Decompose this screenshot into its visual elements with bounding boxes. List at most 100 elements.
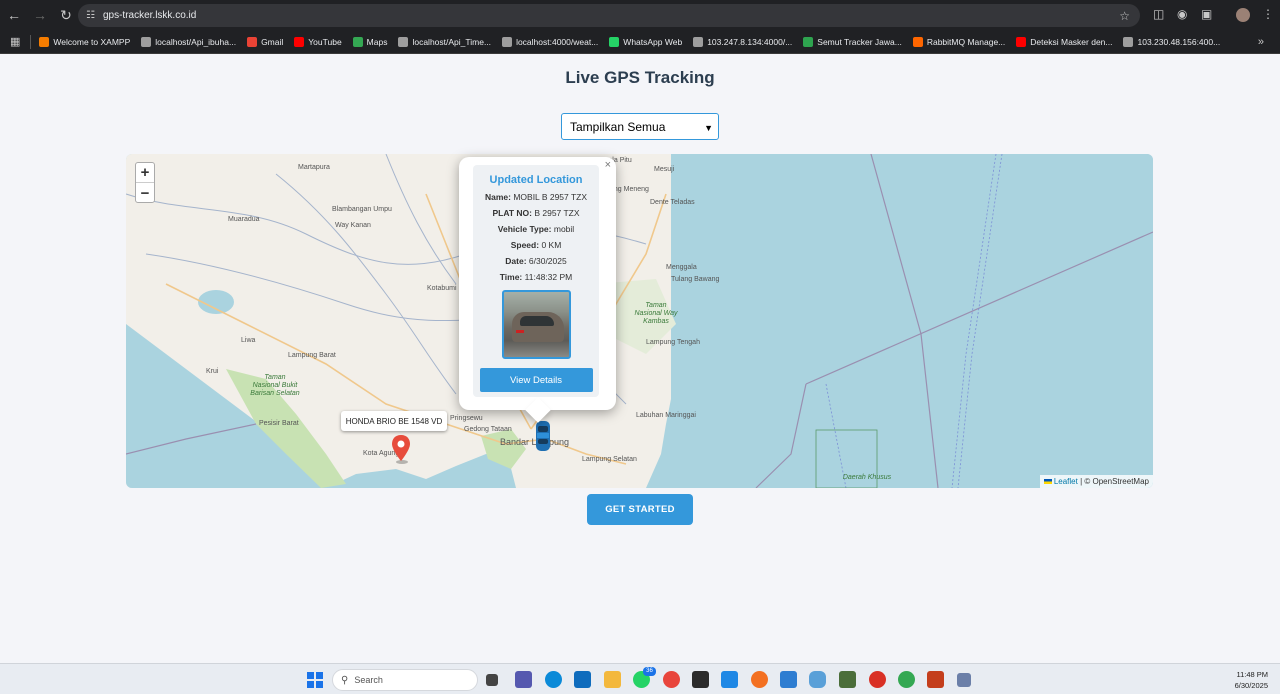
extensions-puzzle-icon[interactable]: ▣ [1201, 7, 1212, 21]
bookmark-item[interactable]: RabbitMQ Manage... [912, 36, 1006, 47]
extension-icon[interactable]: ◫ [1153, 7, 1164, 21]
close-icon[interactable]: × [605, 159, 611, 171]
map-place-label: Tulang Bawang [671, 276, 720, 283]
bookmark-item[interactable]: Deteksi Masker den... [1016, 36, 1112, 47]
teams-icon[interactable] [515, 671, 532, 688]
outlook-icon[interactable] [574, 671, 591, 688]
clock-date: 6/30/2025 [1234, 681, 1268, 690]
view-details-button[interactable]: View Details [479, 368, 593, 392]
bookmark-item[interactable]: Semut Tracker Jawa... [803, 36, 902, 47]
popup-field-value: 0 KM [541, 240, 562, 250]
map-place-label: Martapura [298, 164, 330, 171]
photos-icon[interactable] [839, 671, 856, 688]
map-place-label: Blambangan Umpu [332, 206, 392, 213]
notepad-icon[interactable] [780, 671, 797, 688]
bookmark-item[interactable]: YouTube [294, 36, 342, 47]
page-content: Live GPS Tracking Tampilkan Semua ▼ Mart… [0, 54, 1280, 663]
task-view-icon[interactable] [486, 674, 498, 686]
leaflet-link[interactable]: Leaflet [1054, 477, 1078, 486]
more-bookmarks-icon[interactable]: » [1258, 36, 1264, 48]
address-bar[interactable]: ☷ gps-tracker.lskk.co.id ☆ [78, 4, 1140, 27]
apps-grid-icon[interactable]: ▦ [10, 35, 20, 48]
bookmark-item[interactable]: localhost:4000/weat... [502, 36, 599, 47]
menu-icon[interactable]: ⋮ [1262, 7, 1274, 21]
get-started-button[interactable]: GET STARTED [587, 494, 693, 525]
map-place-label: Kotabumi [427, 285, 457, 292]
taskbar-search-placeholder: Search [354, 675, 383, 685]
bookmark-favicon-icon [352, 36, 363, 47]
bookmark-item[interactable]: 103.230.48.156:400... [1123, 36, 1221, 47]
bookmark-favicon-icon [247, 36, 258, 47]
bookmark-item[interactable]: Welcome to XAMPP [39, 36, 130, 47]
system-clock[interactable]: 11:48 PM 6/30/2025 [1235, 669, 1268, 691]
vpn-icon[interactable]: ◉ [1177, 7, 1187, 21]
popup-fields: Name: MOBIL B 2957 TZX PLAT NO: B 2957 TZ… [473, 192, 599, 282]
vehicle-popup: × Updated Location Name: MOBIL B 2957 TZ… [459, 157, 616, 423]
cloud-icon[interactable] [809, 671, 826, 688]
zoom-in-button[interactable]: + [136, 163, 154, 183]
edge-icon[interactable] [545, 671, 562, 688]
map-place-label: Lampung Barat [288, 352, 336, 359]
vscode-icon[interactable] [721, 671, 738, 688]
map-place-label: Muaradua [228, 216, 260, 223]
reload-icon[interactable]: ↻ [54, 3, 78, 27]
map-pin-icon[interactable] [391, 435, 411, 465]
vehicle-photo [501, 290, 571, 359]
chrome-profile-2-icon[interactable] [898, 671, 915, 688]
popup-field-label: PLAT NO: [492, 208, 532, 218]
bookmark-item[interactable]: localhost/Api_Time... [398, 36, 491, 47]
forward-icon[interactable]: → [28, 3, 52, 27]
powerpoint-icon[interactable] [927, 671, 944, 688]
bookmark-label: localhost:4000/weat... [516, 36, 599, 47]
map-attribution: Leaflet | © OpenStreetMap [1039, 475, 1153, 488]
terminal-icon[interactable] [692, 671, 709, 688]
chrome-profile-icon[interactable] [869, 671, 886, 688]
vehicle-filter-select[interactable]: Tampilkan Semua ▼ [561, 113, 719, 140]
chevron-down-icon: ▼ [704, 123, 713, 133]
car-marker-icon[interactable] [535, 420, 551, 452]
popup-field-value: 6/30/2025 [528, 256, 567, 266]
map-place-label: Daerah Khusus [842, 474, 892, 481]
map-place-label: Pringsewu [450, 415, 483, 422]
postman-icon[interactable] [751, 671, 768, 688]
bookmark-favicon-icon [141, 36, 152, 47]
snipping-tool-icon[interactable] [957, 673, 971, 687]
popup-heading: Updated Location [489, 174, 583, 186]
bookmark-item[interactable]: 103.247.8.134:4000/... [693, 36, 792, 47]
map[interactable]: Martapura Muaradua Blambangan Umpu Way Kana… [126, 154, 1153, 488]
bookmark-item[interactable]: localhost/Api_ibuha... [141, 36, 236, 47]
taskbar-search[interactable]: ⚲ Search [332, 669, 478, 691]
bookmark-label: Gmail [261, 36, 284, 47]
bookmark-item[interactable]: Gmail [247, 36, 284, 47]
map-place-label: Menggala [666, 264, 697, 271]
map-place-label: Way Kanan [335, 222, 371, 229]
bookmark-label: RabbitMQ Manage... [926, 36, 1006, 47]
taskbar: ⚲ Search 36 11:48 PM 6/30/2025 [0, 663, 1280, 694]
ukraine-flag-icon [1043, 479, 1052, 484]
divider [30, 34, 32, 49]
bookmark-item[interactable]: Maps [352, 36, 387, 47]
bookmark-favicon-icon [398, 36, 409, 47]
file-explorer-icon[interactable] [604, 671, 621, 688]
popup-field-label: Vehicle Type: [497, 224, 552, 234]
map-place-label: Liwa [241, 337, 256, 344]
map-place-label: Taman Nasional Bukit Barisan Selatan [250, 374, 300, 397]
back-icon[interactable]: ← [2, 3, 26, 27]
map-place-label: Mesuji [654, 166, 675, 173]
bookmark-item[interactable]: WhatsApp Web [609, 36, 682, 47]
bookmarks-bar: ▦ Welcome to XAMPP localhost/Api_ibuha...… [0, 30, 1280, 54]
zoom-control: + − [135, 162, 155, 203]
site-info-icon[interactable]: ☷ [86, 10, 95, 21]
chrome-icon[interactable] [663, 671, 680, 688]
popup-field: PLAT NO: B 2957 TZX [473, 208, 599, 218]
zoom-out-button[interactable]: − [136, 183, 154, 203]
bookmark-list: Welcome to XAMPP localhost/Api_ibuha... Gm… [39, 36, 1231, 47]
popup-card: Updated Location Name: MOBIL B 2957 TZX P… [473, 165, 599, 397]
windows-start-icon[interactable] [307, 672, 323, 688]
bookmark-favicon-icon [912, 36, 923, 47]
bookmark-star-icon[interactable]: ☆ [1119, 9, 1130, 23]
profile-avatar[interactable] [1236, 8, 1250, 22]
bookmark-label: 103.230.48.156:400... [1137, 36, 1221, 47]
popup-field-label: Date: [505, 256, 527, 266]
bookmark-favicon-icon [803, 36, 814, 47]
